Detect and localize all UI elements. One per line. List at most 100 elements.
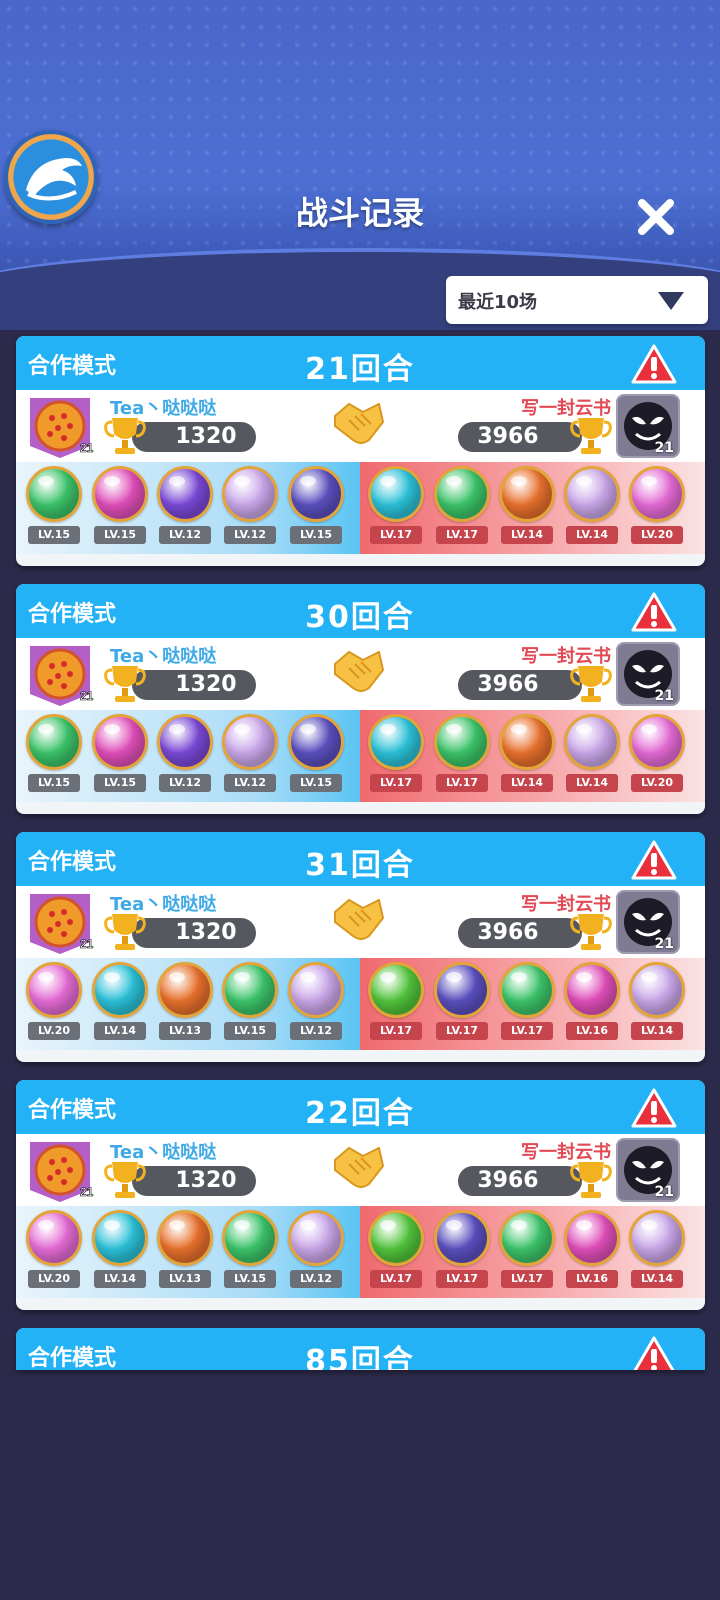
skill-ball-level: LV.17 xyxy=(501,1270,553,1288)
skill-ball-level: LV.17 xyxy=(370,526,422,544)
skill-ball-icon xyxy=(288,1210,344,1266)
skill-ball: LV.17 xyxy=(364,962,428,1048)
skill-ball: LV.17 xyxy=(364,714,428,800)
close-icon xyxy=(638,199,674,235)
report-warning-icon[interactable] xyxy=(631,1088,677,1128)
game-mode-label: 合作模式 xyxy=(28,1346,117,1370)
right-team-lineup: LV.17 LV.17 LV.14 LV.14 LV.20 xyxy=(360,462,705,554)
skill-ball-level: LV.12 xyxy=(224,526,276,544)
skill-ball: LV.17 xyxy=(430,962,494,1048)
trophy-icon xyxy=(104,666,146,702)
trophy-icon xyxy=(104,1162,146,1198)
svg-text:21: 21 xyxy=(80,441,94,455)
trophy-icon xyxy=(570,1162,612,1198)
skill-ball: LV.15 xyxy=(88,714,152,800)
skill-ball: LV.14 xyxy=(88,962,152,1048)
right-player-score: 3966 xyxy=(458,918,582,948)
left-player-score: 1320 xyxy=(132,422,256,452)
skill-ball: LV.12 xyxy=(153,714,217,800)
skill-ball-icon xyxy=(629,962,685,1018)
skill-ball: LV.14 xyxy=(495,466,559,552)
skill-ball-icon xyxy=(222,714,278,770)
handshake-icon xyxy=(334,1146,385,1188)
battle-record-card[interactable]: 合作模式 31回合 21 Tea丶哒哒哒 1320 写一封云书 3966 21 … xyxy=(16,832,705,1062)
skill-ball: LV.14 xyxy=(625,1210,689,1296)
report-warning-icon[interactable] xyxy=(631,344,677,384)
round-count: 21回合 xyxy=(305,352,415,387)
skill-ball-level: LV.13 xyxy=(159,1270,211,1288)
opponent-avatar[interactable]: 21 xyxy=(616,642,680,706)
right-team-lineup: LV.17 LV.17 LV.14 LV.14 LV.20 xyxy=(360,710,705,802)
skill-ball-icon xyxy=(368,1210,424,1266)
skill-ball-level: LV.17 xyxy=(436,1270,488,1288)
opponent-level: 21 xyxy=(654,688,674,704)
battle-record-card[interactable]: 合作模式 85回合 xyxy=(16,1328,705,1370)
handshake-icon xyxy=(334,402,385,444)
skill-ball-level: LV.12 xyxy=(159,526,211,544)
skill-ball: LV.14 xyxy=(495,714,559,800)
skill-ball-level: LV.14 xyxy=(501,774,553,792)
skill-ball-level: LV.15 xyxy=(28,526,80,544)
skill-ball: LV.15 xyxy=(88,466,152,552)
skill-ball-icon xyxy=(288,714,344,770)
skill-ball: LV.17 xyxy=(364,466,428,552)
skill-ball: LV.14 xyxy=(560,714,624,800)
players-row: 21 Tea丶哒哒哒 1320 写一封云书 3966 21 xyxy=(16,390,705,462)
card-header: 合作模式 85回合 xyxy=(16,1328,705,1370)
right-player-score: 3966 xyxy=(458,422,582,452)
battle-record-card[interactable]: 合作模式 22回合 21 Tea丶哒哒哒 1320 写一封云书 3966 21 … xyxy=(16,1080,705,1310)
skill-ball: LV.13 xyxy=(153,962,217,1048)
skill-ball-icon xyxy=(564,466,620,522)
game-mode-label: 合作模式 xyxy=(28,602,117,627)
report-warning-icon[interactable] xyxy=(631,840,677,880)
opponent-avatar[interactable]: 21 xyxy=(616,394,680,458)
skill-ball-icon xyxy=(157,1210,213,1266)
skill-ball-level: LV.13 xyxy=(159,1022,211,1040)
opponent-avatar[interactable]: 21 xyxy=(616,890,680,954)
skill-ball-icon xyxy=(288,962,344,1018)
skill-ball: LV.17 xyxy=(430,466,494,552)
handshake-icon xyxy=(334,650,385,692)
skill-ball-icon xyxy=(92,962,148,1018)
player-avatar[interactable] xyxy=(4,130,98,224)
skill-ball: LV.17 xyxy=(364,1210,428,1296)
skill-ball-level: LV.14 xyxy=(501,526,553,544)
battle-record-card[interactable]: 合作模式 30回合 21 Tea丶哒哒哒 1320 写一封云书 3966 21 … xyxy=(16,584,705,814)
skill-ball-icon xyxy=(92,1210,148,1266)
skill-ball-icon xyxy=(26,1210,82,1266)
round-count: 31回合 xyxy=(305,848,415,883)
skill-ball: LV.17 xyxy=(495,1210,559,1296)
players-row: 21 Tea丶哒哒哒 1320 写一封云书 3966 21 xyxy=(16,638,705,710)
right-team-lineup: LV.17 LV.17 LV.17 LV.16 LV.14 xyxy=(360,958,705,1050)
skill-ball: LV.16 xyxy=(560,1210,624,1296)
skill-ball-icon xyxy=(26,466,82,522)
lineup-row: LV.20 LV.14 LV.13 LV.15 LV.12 LV.17 LV.17 LV.1… xyxy=(16,958,705,1050)
skill-ball-icon xyxy=(434,714,490,770)
skill-ball-level: LV.15 xyxy=(224,1270,276,1288)
skill-ball-icon xyxy=(629,714,685,770)
skill-ball: LV.17 xyxy=(495,962,559,1048)
round-count: 85回合 xyxy=(305,1344,415,1370)
skill-ball-level: LV.17 xyxy=(436,526,488,544)
skill-ball-level: LV.15 xyxy=(290,526,342,544)
rank-badge-icon: 21 xyxy=(30,1142,94,1202)
skill-ball-icon xyxy=(157,466,213,522)
close-button[interactable] xyxy=(634,195,678,239)
game-mode-label: 合作模式 xyxy=(28,1098,117,1123)
skill-ball-icon xyxy=(434,962,490,1018)
report-warning-icon[interactable] xyxy=(631,592,677,632)
battle-record-card[interactable]: 合作模式 21回合 21 Tea丶哒哒哒 1320 写一封云书 3966 21 … xyxy=(16,336,705,566)
svg-text:21: 21 xyxy=(80,689,94,703)
skill-ball-icon xyxy=(222,1210,278,1266)
report-warning-icon[interactable] xyxy=(631,1336,677,1370)
skill-ball: LV.15 xyxy=(284,466,348,552)
skill-ball-icon xyxy=(288,466,344,522)
skill-ball-icon xyxy=(222,962,278,1018)
left-team-lineup: LV.15 LV.15 LV.12 LV.12 LV.15 xyxy=(16,462,360,554)
skill-ball: LV.12 xyxy=(153,466,217,552)
record-filter-dropdown[interactable]: 最近10场 xyxy=(446,276,708,324)
skill-ball-icon xyxy=(629,1210,685,1266)
opponent-avatar[interactable]: 21 xyxy=(616,1138,680,1202)
opponent-level: 21 xyxy=(654,1184,674,1200)
opponent-level: 21 xyxy=(654,440,674,456)
